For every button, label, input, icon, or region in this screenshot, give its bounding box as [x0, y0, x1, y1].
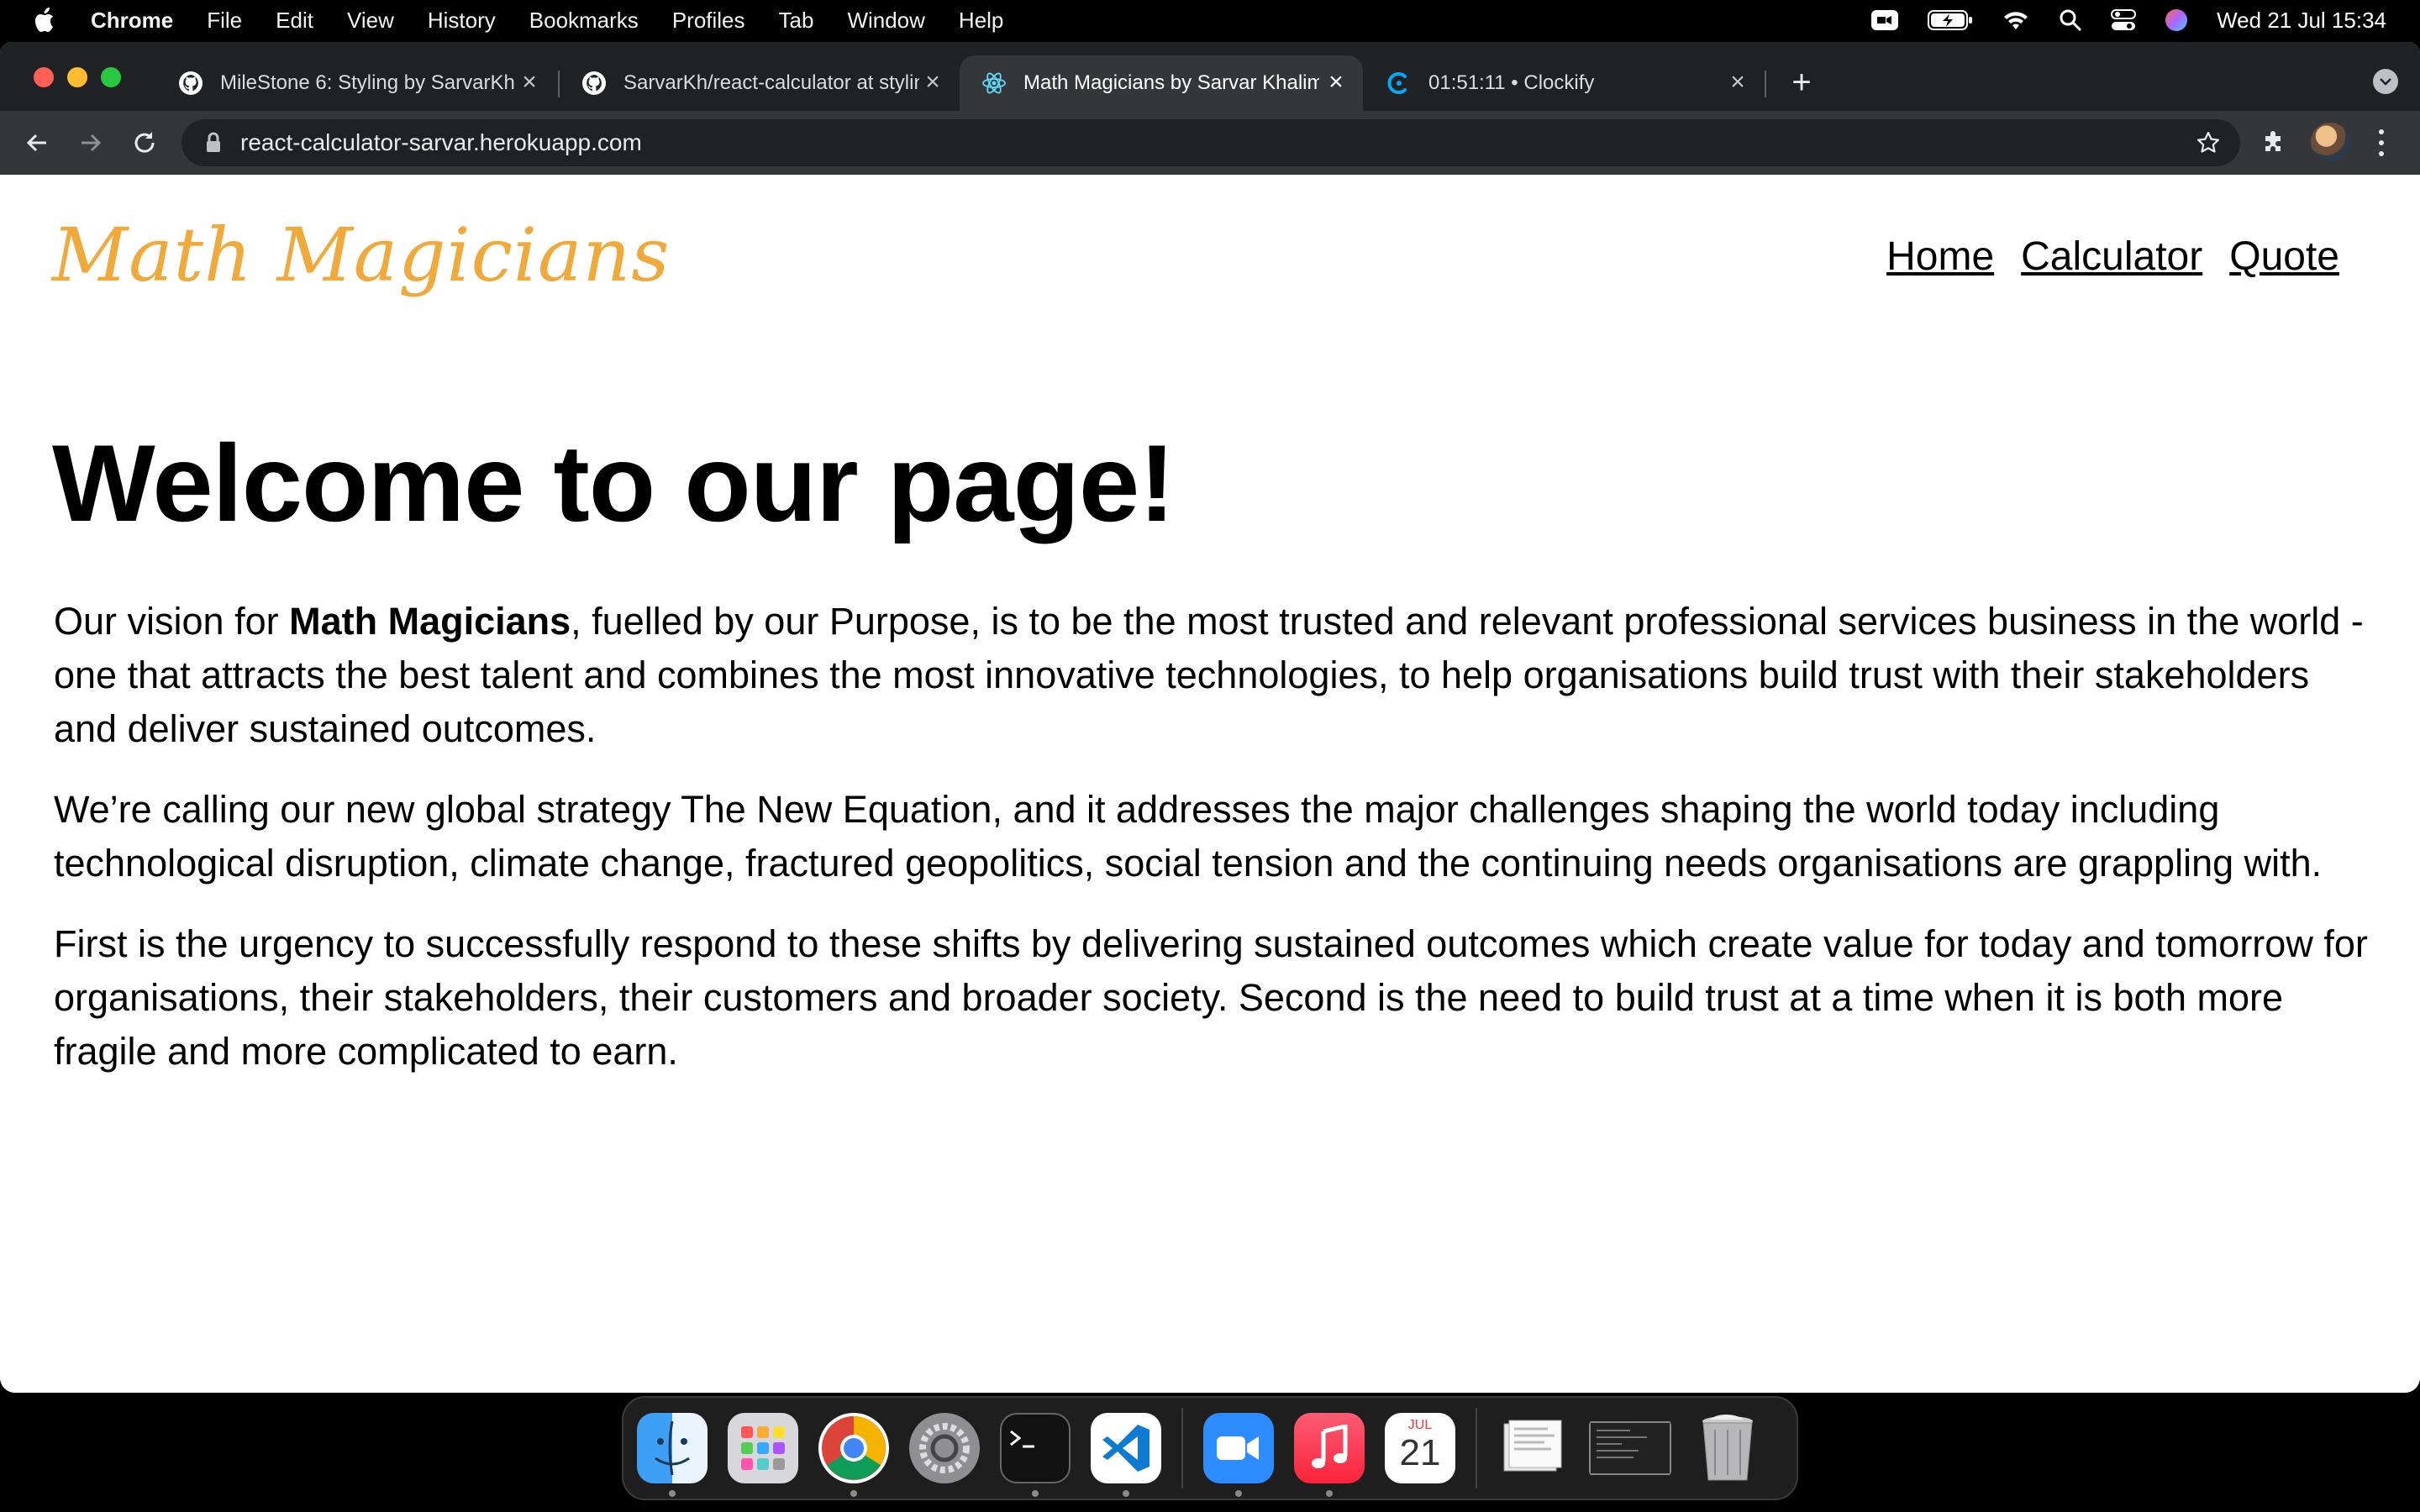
github-icon [581, 71, 607, 96]
calendar-day: 21 [1399, 1432, 1441, 1473]
github-icon [178, 71, 203, 96]
reload-icon [134, 132, 155, 153]
running-indicator [1235, 1490, 1242, 1497]
back-button[interactable] [22, 128, 52, 158]
menu-help[interactable]: Help [959, 8, 1003, 34]
running-indicator [669, 1490, 676, 1497]
nav-link-quote[interactable]: Quote [2229, 234, 2339, 280]
dock-divider [1181, 1408, 1183, 1488]
site-logo[interactable]: Math Magicians [52, 212, 670, 298]
tab-github-repo[interactable]: SarvarKh/react-calculator at styling × [560, 55, 960, 111]
control-center-icon[interactable] [2111, 8, 2137, 32]
tab-math-magicians[interactable]: Math Magicians by Sarvar Khalimov × [960, 55, 1363, 111]
browser-toolbar: react-calculator-sarvar.herokuapp.com [0, 111, 2420, 175]
nav-link-home[interactable]: Home [1886, 234, 1994, 280]
calendar-app-icon[interactable]: JUL 21 [1385, 1413, 1455, 1483]
running-indicator [1123, 1490, 1129, 1497]
apple-icon[interactable] [34, 6, 59, 34]
music-app-icon[interactable] [1294, 1413, 1365, 1483]
site-nav: Home Calculator Quote [1860, 234, 2339, 280]
macos-menu-bar: Chrome File Edit View History Bookmarks … [0, 0, 2420, 40]
zoom-app-icon[interactable] [1203, 1413, 1274, 1483]
documents-stack-icon[interactable] [1497, 1413, 1568, 1483]
siri-icon[interactable] [2165, 8, 2188, 32]
new-tab-button[interactable]: + [1785, 64, 1818, 101]
menu-tab[interactable]: Tab [779, 8, 814, 34]
extensions-puzzle-icon[interactable] [2260, 128, 2287, 159]
browser-window: MileStone 6: Styling by SarvarKh × Sarva… [0, 42, 2420, 1393]
vision-text-start: Our vision for [54, 600, 290, 643]
dock-divider [1476, 1408, 1477, 1488]
react-icon [981, 71, 1007, 96]
tab-title: MileStone 6: Styling by SarvarKh [220, 71, 515, 94]
wifi-icon[interactable] [2002, 9, 2030, 31]
calendar-month: JUL [1407, 1418, 1433, 1432]
menu-history[interactable]: History [428, 8, 496, 34]
tab-title: Math Magicians by Sarvar Khalimov [1023, 71, 1319, 94]
tab-search-button[interactable] [2373, 69, 2398, 94]
clockify-icon [1386, 71, 1412, 96]
forward-button[interactable] [76, 128, 106, 158]
tab-separator [1765, 71, 1766, 97]
reload-button[interactable] [129, 128, 160, 158]
window-controls [34, 67, 134, 87]
menu-bookmarks[interactable]: Bookmarks [529, 8, 639, 34]
zoom-status-icon[interactable] [1870, 8, 1899, 32]
trash-icon[interactable] [1692, 1413, 1763, 1483]
close-tab-icon[interactable]: × [921, 68, 944, 96]
menu-edit[interactable]: Edit [276, 8, 313, 34]
profile-avatar[interactable] [2311, 123, 2349, 161]
strategy-paragraph: We’re calling our new global strategy Th… [54, 788, 2323, 885]
chrome-app-icon[interactable] [818, 1413, 889, 1483]
url-text: react-calculator-sarvar.herokuapp.com [240, 129, 642, 155]
running-indicator [1326, 1490, 1333, 1497]
bookmark-star-icon[interactable] [2196, 131, 2220, 159]
arrow-right-icon [82, 134, 102, 152]
web-page: Math Magicians Home Calculator Quote Wel… [0, 175, 2420, 1393]
address-bar[interactable]: react-calculator-sarvar.herokuapp.com [182, 119, 2240, 166]
minimize-window-button[interactable] [67, 67, 87, 87]
tab-milestone[interactable]: MileStone 6: Styling by SarvarKh × [156, 55, 556, 111]
menu-profiles[interactable]: Profiles [672, 8, 745, 34]
menu-window[interactable]: Window [847, 8, 924, 34]
vision-paragraph: Our vision for Math Magicians, fuelled b… [54, 595, 2381, 756]
spotlight-search-icon[interactable] [2059, 8, 2082, 32]
vscode-icon[interactable] [1091, 1413, 1161, 1483]
close-tab-icon[interactable]: × [518, 68, 541, 96]
system-preferences-icon[interactable] [909, 1413, 980, 1483]
menu-app-name[interactable]: Chrome [91, 8, 173, 34]
tab-title: SarvarKh/react-calculator at styling [623, 71, 919, 94]
running-indicator [1032, 1490, 1039, 1497]
menu-file[interactable]: File [207, 8, 242, 34]
terminal-icon[interactable] [1000, 1413, 1071, 1483]
lock-icon[interactable] [205, 132, 222, 154]
close-window-button[interactable] [34, 67, 54, 87]
zoom-window-button[interactable] [101, 67, 121, 87]
tab-strip: MileStone 6: Styling by SarvarKh × Sarva… [0, 42, 2420, 111]
close-tab-icon[interactable]: × [1726, 68, 1749, 96]
launchpad-icon[interactable] [728, 1413, 798, 1483]
menubar-clock[interactable]: Wed 21 Jul 15:34 [2217, 8, 2386, 34]
finder-icon[interactable] [637, 1413, 708, 1483]
tab-clockify[interactable]: 01:51:11 • Clockify × [1365, 55, 1765, 111]
menu-view[interactable]: View [347, 8, 394, 34]
vision-brand-name: Math Magicians [289, 600, 571, 643]
urgency-paragraph: First is the urgency to successfully res… [54, 922, 2368, 1073]
nav-link-calculator[interactable]: Calculator [2021, 234, 2202, 280]
close-tab-icon[interactable]: × [1324, 68, 1348, 96]
battery-icon[interactable] [1928, 9, 1973, 31]
page-content: Our vision for Math Magicians, fuelled b… [54, 595, 2381, 1105]
page-heading: Welcome to our page! [52, 422, 1176, 544]
chrome-menu-icon[interactable] [2375, 129, 2388, 156]
chevron-down-icon [2380, 78, 2391, 86]
tab-title: 01:51:11 • Clockify [1428, 71, 1595, 94]
macos-dock: JUL 21 [622, 1396, 1798, 1500]
status-area: Wed 21 Jul 15:34 [1842, 8, 2386, 34]
screen-window-icon[interactable] [1588, 1413, 1672, 1483]
running-indicator [850, 1490, 857, 1497]
arrow-left-icon [26, 134, 46, 152]
